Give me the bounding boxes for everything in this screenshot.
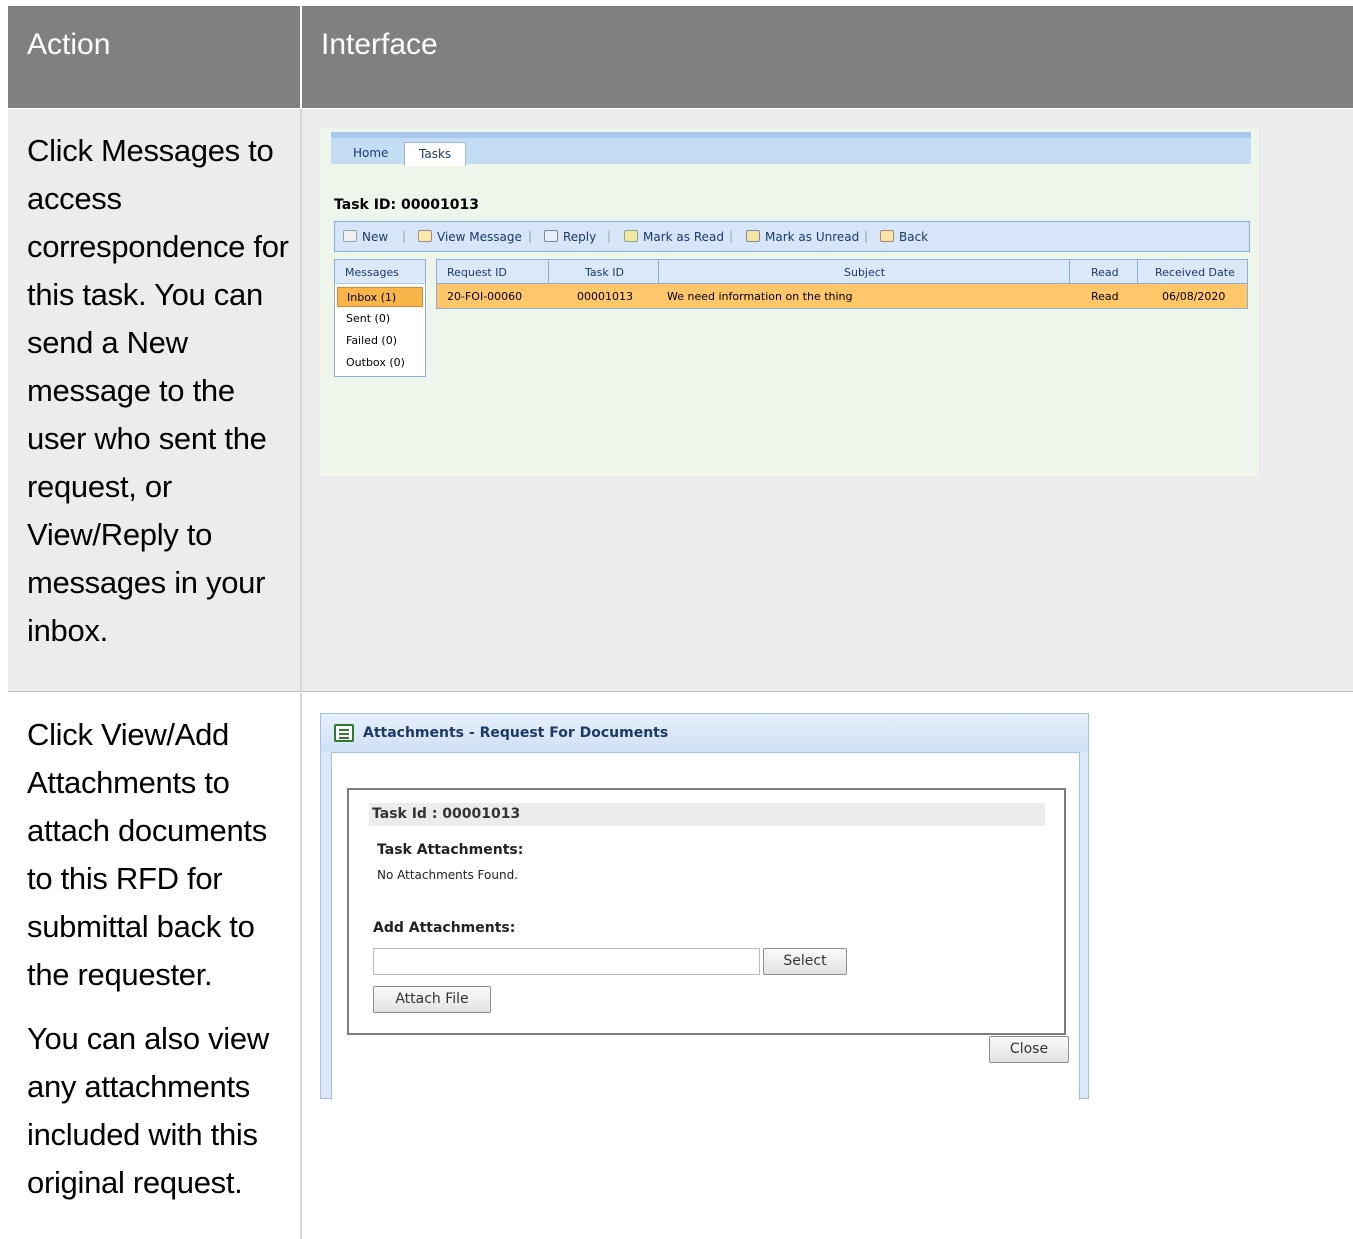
- view-message-button[interactable]: View Message: [418, 230, 522, 244]
- task-attachments-label: Task Attachments:: [377, 842, 524, 858]
- column-divider: [300, 109, 302, 692]
- reply-icon: [544, 230, 558, 242]
- new-button[interactable]: New: [343, 230, 388, 244]
- message-toolbar: New | View Message | Reply | Mark as Rea…: [334, 221, 1250, 252]
- table-row[interactable]: 20-FOI-00060 00001013 We need informatio…: [437, 284, 1247, 308]
- messages-folder-panel: Messages Inbox (1) Sent (0) Failed (0) O…: [334, 259, 426, 377]
- task-id-heading: Task ID: 00001013: [334, 197, 479, 213]
- tab-home[interactable]: Home: [339, 142, 402, 166]
- back-button[interactable]: Back: [880, 230, 928, 244]
- task-id-bar: Task Id : 00001013: [369, 803, 1045, 826]
- no-attachments-text: No Attachments Found.: [377, 868, 519, 882]
- action-description: Click View/Add Attachments to attach doc…: [27, 717, 267, 992]
- cell-subject: We need information on the thing: [667, 290, 853, 303]
- column-header-received-date[interactable]: Received Date: [1155, 266, 1235, 279]
- attachments-dialog-screenshot: Attachments - Request For Documents Task…: [320, 713, 1089, 1100]
- document-icon: [334, 724, 354, 742]
- mark-read-icon: [624, 230, 638, 242]
- envelope-icon: [418, 230, 432, 242]
- interface-column-header: Interface: [302, 6, 1353, 108]
- column-header-read[interactable]: Read: [1091, 266, 1119, 279]
- add-attachments-label: Add Attachments:: [373, 920, 516, 936]
- new-icon: [343, 230, 357, 242]
- action-description: Click Messages to access correspondence …: [27, 133, 289, 648]
- close-button[interactable]: Close: [989, 1036, 1069, 1063]
- back-arrow-icon: [880, 230, 894, 242]
- dialog-body: Task Id : 00001013 Task Attachments: No …: [331, 752, 1080, 1100]
- table-row: Click View/Add Attachments to attach doc…: [8, 693, 1353, 1239]
- tab-tasks[interactable]: Tasks: [404, 142, 467, 166]
- file-path-input[interactable]: [373, 948, 760, 975]
- messages-grid: Request ID Task ID Subject Read Received…: [436, 259, 1248, 309]
- messages-panel-header: Messages: [335, 260, 425, 284]
- column-header-task-id[interactable]: Task ID: [585, 266, 624, 279]
- mark-unread-icon: [746, 230, 760, 242]
- reply-button[interactable]: Reply: [544, 230, 596, 244]
- cell-request-id: 20-FOI-00060: [447, 290, 523, 303]
- cell-received-date: 06/08/2020: [1162, 290, 1226, 303]
- folder-failed[interactable]: Failed (0): [337, 331, 423, 351]
- attach-file-button[interactable]: Attach File: [373, 986, 491, 1013]
- column-header-subject[interactable]: Subject: [844, 266, 885, 279]
- grid-header-row: Request ID Task ID Subject Read Received…: [437, 260, 1247, 284]
- column-header-request-id[interactable]: Request ID: [447, 266, 507, 279]
- cell-task-id: 00001013: [577, 290, 633, 303]
- dialog-title: Attachments - Request For Documents: [363, 725, 669, 741]
- cell-read: Read: [1091, 290, 1119, 303]
- select-file-button[interactable]: Select: [763, 948, 847, 975]
- dialog-title-bar: Attachments - Request For Documents: [321, 714, 1088, 752]
- action-description-note: You can also view any attachments includ…: [27, 1021, 269, 1200]
- mark-as-read-button[interactable]: Mark as Read: [624, 230, 724, 244]
- tab-strip: Home Tasks: [331, 132, 1251, 166]
- table-row: Click Messages to access correspondence …: [8, 109, 1353, 692]
- folder-inbox[interactable]: Inbox (1): [337, 287, 423, 307]
- attachments-panel: Task Id : 00001013 Task Attachments: No …: [347, 788, 1066, 1035]
- column-divider: [300, 693, 302, 1239]
- tasks-messages-screenshot: Home Tasks Task ID: 00001013 New | View …: [320, 128, 1259, 476]
- mark-as-unread-button[interactable]: Mark as Unread: [746, 230, 859, 244]
- folder-sent[interactable]: Sent (0): [337, 309, 423, 329]
- folder-outbox[interactable]: Outbox (0): [337, 353, 423, 373]
- action-column-header: Action: [8, 6, 300, 108]
